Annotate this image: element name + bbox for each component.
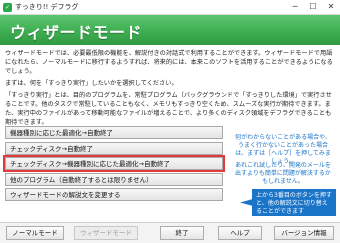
intro-paragraph-1: ウィザードモードでは、必要最低限の機能を、解説付きの対話式で利用することができま…	[5, 50, 333, 75]
intro-paragraph-2: まずは、何を「すっきり実行」したいかを選択してください。	[5, 80, 178, 87]
app-icon: ✓	[3, 2, 12, 12]
intro-paragraph-3: 「すっきり実行」とは、目的のプログラムを、常駐プログラム（バックグラウンドで「す…	[5, 92, 332, 126]
arrow-callout: 上から3番目のボタンを押すと、他の解説文に切り替えることができます	[240, 189, 336, 216]
window-title: すっきり!! デフラグ	[15, 3, 79, 11]
other-program-button[interactable]: 他のプログラム（自動終了するとは限りません）	[5, 172, 223, 186]
minimize-icon[interactable]: ─	[286, 0, 304, 14]
footer-bar: ノーマルモード ウィザードモード 終了 ヘルプ バージョン情報	[0, 222, 340, 243]
close-icon[interactable]: ✕	[322, 0, 340, 14]
checkdisk-auto-exit-button[interactable]: チェックディスク→自動終了	[5, 141, 223, 155]
exit-button[interactable]: 終了	[160, 226, 204, 240]
option-button-list: 機器種別に応じた最適化→自動終了 チェックディスク→自動終了 チェックディスク→…	[3, 126, 225, 204]
help-button[interactable]: ヘルプ	[218, 226, 262, 240]
title-bar: ✓ すっきり!! デフラグ ─ ☐ ✕	[0, 0, 340, 15]
normal-mode-button[interactable]: ノーマルモード	[6, 226, 64, 240]
header-banner: ウィザードモード	[0, 15, 340, 45]
maximize-icon[interactable]: ☐	[304, 0, 322, 14]
mail-note: あれこれ試したり、開発のメールを出すよりも簡単に問題が解決するかもしれません。	[235, 162, 331, 185]
optimize-auto-exit-button[interactable]: 機器種別に応じた最適化→自動終了	[5, 126, 223, 139]
checkdisk-optimize-auto-exit-button[interactable]: チェックディスク→機器種別に応じた最適化→自動終了	[3, 155, 225, 173]
wizard-mode-button: ウィザードモード	[74, 226, 138, 240]
intro-text: ウィザードモードでは、必要最低限の機能を、解説付きの対話式で利用することができま…	[5, 49, 335, 130]
change-description-button[interactable]: ウィザードモードの解説文を変更する	[5, 188, 223, 202]
version-info-button[interactable]: バージョン情報	[274, 226, 334, 240]
page-title: ウィザードモード	[10, 23, 143, 42]
